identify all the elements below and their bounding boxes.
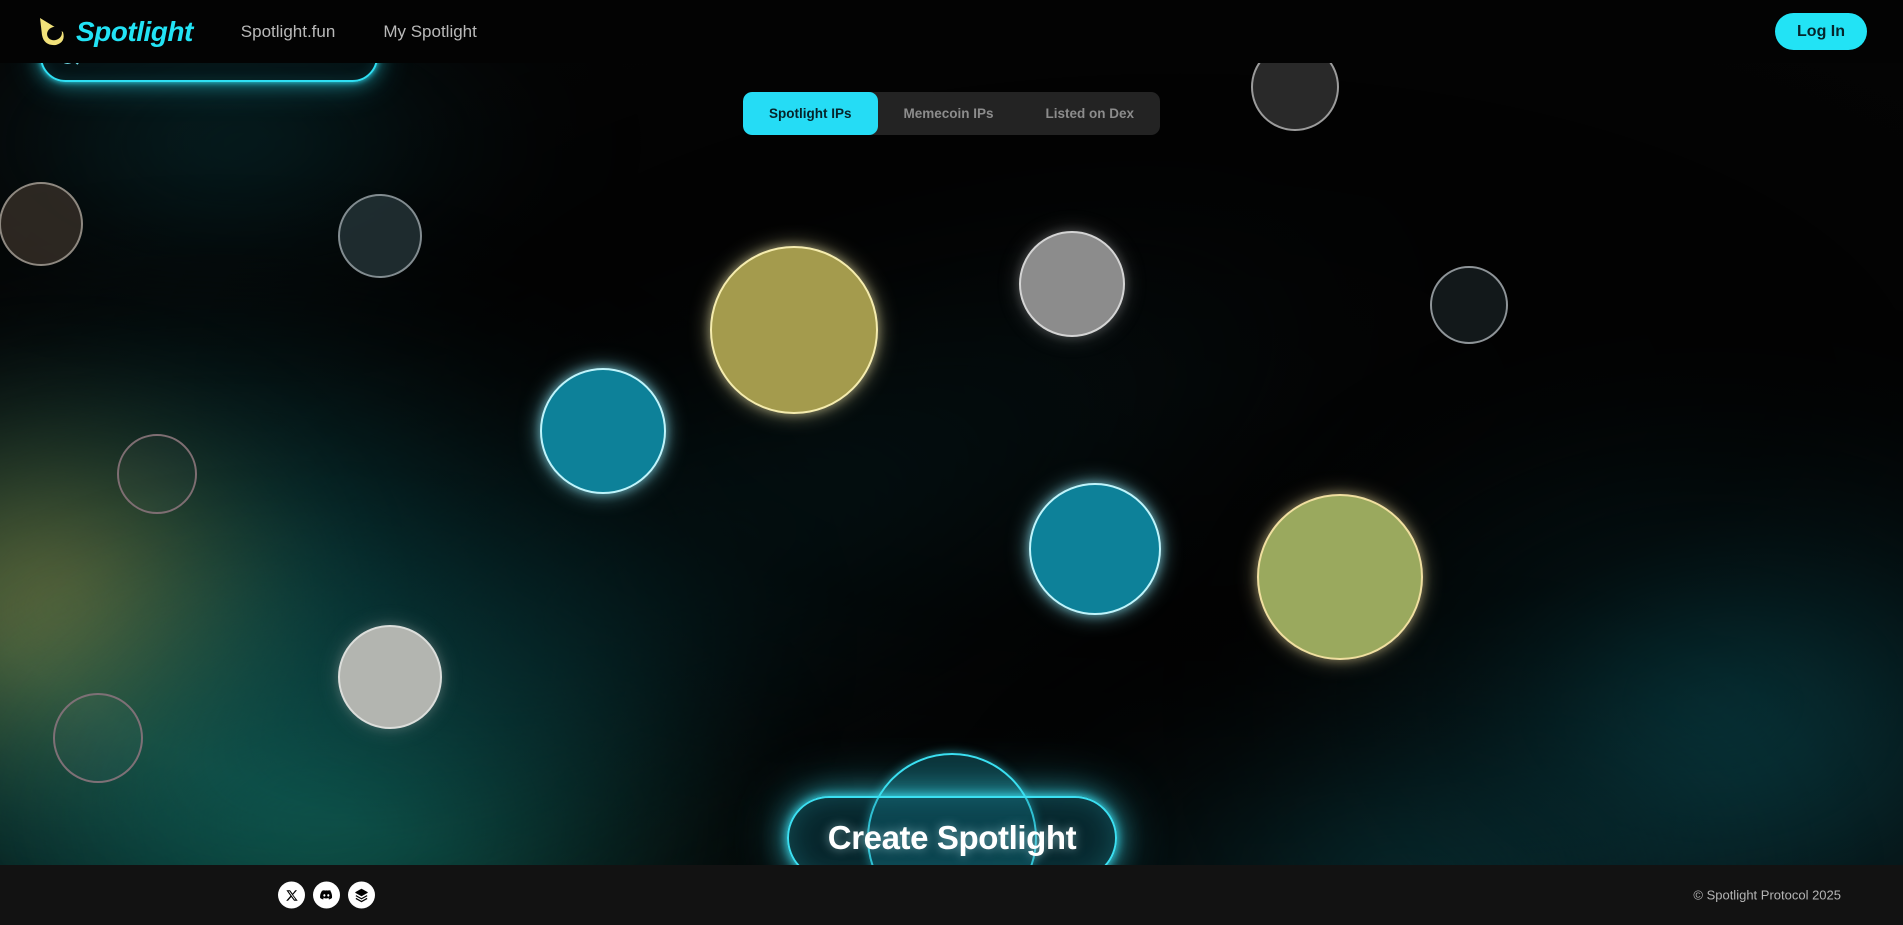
- nav-links: Spotlight.fun My Spotlight: [241, 22, 477, 42]
- bubble-ghost: [1430, 266, 1508, 344]
- filter-tabs: Spotlight IPs Memecoin IPs Listed on Dex: [743, 92, 1161, 135]
- bubble-ghost: [0, 182, 83, 266]
- footer-bar: © Spotlight Protocol 2025: [0, 865, 1903, 925]
- tab-listed-on-dex[interactable]: Listed on Dex: [1020, 92, 1161, 135]
- bubble-ghost: [53, 693, 143, 783]
- login-button[interactable]: Log In: [1775, 13, 1867, 50]
- social-links: [278, 881, 375, 909]
- bubble-olive[interactable]: [1257, 494, 1423, 660]
- bubble-teal[interactable]: [1029, 483, 1161, 615]
- brand-logo[interactable]: Spotlight: [36, 15, 193, 49]
- copyright-text: © Spotlight Protocol 2025: [1693, 887, 1841, 903]
- bubble-ghost: [117, 434, 197, 514]
- brand-name: Spotlight: [76, 15, 193, 47]
- spotlight-teardrop-icon: [36, 15, 70, 49]
- background-glow-diagonal: [0, 76, 1441, 865]
- bubble-teal[interactable]: [540, 368, 666, 494]
- tab-spotlight-ips[interactable]: Spotlight IPs: [743, 92, 878, 135]
- bubble-gray[interactable]: [338, 625, 442, 729]
- create-spotlight-zone: Create Spotlight: [787, 748, 1117, 865]
- top-navigation-bar: Spotlight Spotlight.fun My Spotlight Log…: [0, 0, 1903, 63]
- bubble-ghost: [338, 194, 422, 278]
- background-glow-top-left: [0, 63, 560, 293]
- layers-icon[interactable]: [348, 881, 375, 909]
- nav-link-spotlight-fun[interactable]: Spotlight.fun: [241, 22, 336, 42]
- background-vignette: [0, 63, 1903, 865]
- bubble-ghost: [1251, 63, 1339, 131]
- bubble-stage: Create Spotlight: [0, 63, 1903, 865]
- background-glow-teal-bottom-right: [1023, 683, 1783, 865]
- nav-link-my-spotlight[interactable]: My Spotlight: [383, 22, 477, 42]
- discord-icon[interactable]: [313, 881, 340, 909]
- bubble-olive[interactable]: [710, 246, 878, 414]
- bubble-gray[interactable]: [1019, 231, 1125, 337]
- tab-memecoin-ips[interactable]: Memecoin IPs: [878, 92, 1020, 135]
- spotlight-app: Spotlight Spotlight.fun My Spotlight Log…: [0, 0, 1903, 925]
- create-spotlight-button[interactable]: Create Spotlight: [787, 796, 1117, 865]
- x-twitter-icon[interactable]: [278, 881, 305, 909]
